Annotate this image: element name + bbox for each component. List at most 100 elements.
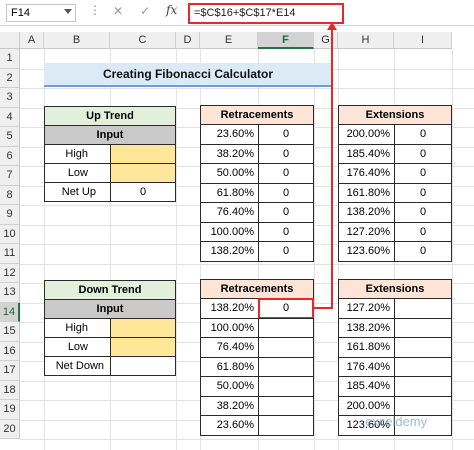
extension-bottom-value[interactable] — [394, 356, 452, 377]
up-high-input[interactable] — [110, 144, 176, 164]
row-header-1[interactable]: 1 — [0, 49, 20, 69]
row-header-16[interactable]: 16 — [0, 341, 20, 361]
up-high-label[interactable]: High — [44, 144, 111, 164]
retracement-bottom-level[interactable]: 61.80% — [200, 356, 259, 377]
col-header-d[interactable]: D — [176, 32, 200, 49]
up-net-value[interactable]: 0 — [110, 182, 176, 202]
extension-top-value[interactable]: 0 — [394, 221, 452, 242]
down-high-input[interactable] — [110, 318, 176, 338]
extension-bottom-level[interactable]: 127.20% — [338, 298, 395, 319]
retracement-bottom-level[interactable]: 76.40% — [200, 337, 259, 358]
retracement-bottom-value[interactable] — [258, 337, 314, 358]
extension-top-level[interactable]: 176.40% — [338, 163, 395, 184]
retracement-bottom-level[interactable]: 23.60% — [200, 415, 259, 436]
row-header-2[interactable]: 2 — [0, 68, 20, 88]
row-header-3[interactable]: 3 — [0, 88, 20, 108]
retracement-top-level[interactable]: 50.00% — [200, 163, 259, 184]
col-header-h[interactable]: H — [338, 32, 394, 49]
enter-icon[interactable]: ✓ — [140, 4, 150, 18]
row-header-4[interactable]: 4 — [0, 107, 20, 127]
row-header-11[interactable]: 11 — [0, 244, 20, 264]
extension-top-level[interactable]: 127.20% — [338, 221, 395, 242]
up-trend-header[interactable]: Up Trend — [44, 106, 176, 126]
retracement-bottom-value[interactable] — [258, 317, 314, 338]
retracement-bottom-level[interactable]: 50.00% — [200, 376, 259, 397]
retracement-top-level[interactable]: 38.20% — [200, 143, 259, 164]
row-header-10[interactable]: 10 — [0, 224, 20, 244]
retracement-bottom-value[interactable] — [258, 395, 314, 416]
extension-bottom-level[interactable]: 138.20% — [338, 317, 395, 338]
extension-bottom-level[interactable]: 161.80% — [338, 337, 395, 358]
row-header-8[interactable]: 8 — [0, 185, 20, 205]
extension-top-value[interactable]: 0 — [394, 124, 452, 145]
row-header-12[interactable]: 12 — [0, 263, 20, 283]
row-header-17[interactable]: 17 — [0, 361, 20, 381]
extension-top-value[interactable]: 0 — [394, 143, 452, 164]
retracement-bottom-value[interactable] — [258, 356, 314, 377]
retracement-top-level[interactable]: 100.00% — [200, 221, 259, 242]
retracement-top-value[interactable]: 0 — [258, 241, 314, 262]
extension-bottom-value[interactable] — [394, 395, 452, 416]
extension-top-value[interactable]: 0 — [394, 202, 452, 223]
extension-bottom-level[interactable]: 200.00% — [338, 395, 395, 416]
retracement-top-level[interactable]: 61.80% — [200, 182, 259, 203]
col-header-f[interactable]: F — [258, 32, 314, 49]
chevron-down-icon[interactable] — [64, 9, 72, 14]
up-net-label[interactable]: Net Up — [44, 182, 111, 202]
extension-bottom-level[interactable]: 185.40% — [338, 376, 395, 397]
retracement-top-value[interactable]: 0 — [258, 202, 314, 223]
retracement-top-level[interactable]: 138.20% — [200, 241, 259, 262]
formula-input[interactable]: =$C$16+$C$17*E14 — [188, 3, 344, 24]
retracement-bottom-level[interactable]: 100.00% — [200, 317, 259, 338]
extension-top-value[interactable]: 0 — [394, 241, 452, 262]
extension-bottom-value[interactable] — [394, 298, 452, 319]
down-net-label[interactable]: Net Down — [44, 356, 111, 376]
sheet-title[interactable]: Creating Fibonacci Calculator — [44, 63, 332, 87]
row-header-20[interactable]: 20 — [0, 419, 20, 439]
retracement-top-value[interactable]: 0 — [258, 124, 314, 145]
down-net-value[interactable] — [110, 356, 176, 376]
extension-top-level[interactable]: 185.40% — [338, 143, 395, 164]
extension-bottom-value[interactable] — [394, 317, 452, 338]
extension-top-value[interactable]: 0 — [394, 182, 452, 203]
retracement-top-header[interactable]: Retracements — [200, 105, 314, 125]
insert-function-icon[interactable]: fx — [166, 3, 177, 17]
extension-top-level[interactable]: 123.60% — [338, 241, 395, 262]
extension-bottom-value[interactable] — [394, 376, 452, 397]
col-header-g[interactable]: G — [314, 32, 338, 49]
down-trend-input-header[interactable]: Input — [44, 299, 176, 319]
col-header-a[interactable]: A — [20, 32, 44, 49]
extension-bottom-level[interactable]: 176.40% — [338, 356, 395, 377]
extension-top-level[interactable]: 161.80% — [338, 182, 395, 203]
extension-bottom-value[interactable] — [394, 337, 452, 358]
down-low-label[interactable]: Low — [44, 337, 111, 357]
col-header-b[interactable]: B — [44, 32, 110, 49]
col-header-i[interactable]: I — [394, 32, 452, 49]
row-header-7[interactable]: 7 — [0, 166, 20, 186]
retracement-top-level[interactable]: 23.60% — [200, 124, 259, 145]
row-header-19[interactable]: 19 — [0, 400, 20, 420]
up-low-input[interactable] — [110, 163, 176, 183]
retracement-top-value[interactable]: 0 — [258, 221, 314, 242]
extension-top-header[interactable]: Extensions — [338, 105, 452, 125]
col-header-c[interactable]: C — [110, 32, 176, 49]
row-header-13[interactable]: 13 — [0, 283, 20, 303]
retracement-bottom-header[interactable]: Retracements — [200, 279, 314, 299]
row-header-14[interactable]: 14 — [0, 302, 20, 322]
extension-top-level[interactable]: 138.20% — [338, 202, 395, 223]
retracement-bottom-level[interactable]: 138.20% — [200, 298, 259, 319]
select-all-corner[interactable] — [0, 32, 20, 49]
row-header-18[interactable]: 18 — [0, 380, 20, 400]
retracement-bottom-value[interactable] — [258, 415, 314, 436]
extension-top-level[interactable]: 200.00% — [338, 124, 395, 145]
cancel-icon[interactable]: ✕ — [113, 4, 123, 18]
down-trend-header[interactable]: Down Trend — [44, 280, 176, 300]
row-header-9[interactable]: 9 — [0, 205, 20, 225]
retracement-bottom-value[interactable] — [258, 376, 314, 397]
retracement-top-value[interactable]: 0 — [258, 163, 314, 184]
row-header-5[interactable]: 5 — [0, 127, 20, 147]
row-header-6[interactable]: 6 — [0, 146, 20, 166]
row-header-15[interactable]: 15 — [0, 322, 20, 342]
retracement-top-level[interactable]: 76.40% — [200, 202, 259, 223]
extension-top-value[interactable]: 0 — [394, 163, 452, 184]
